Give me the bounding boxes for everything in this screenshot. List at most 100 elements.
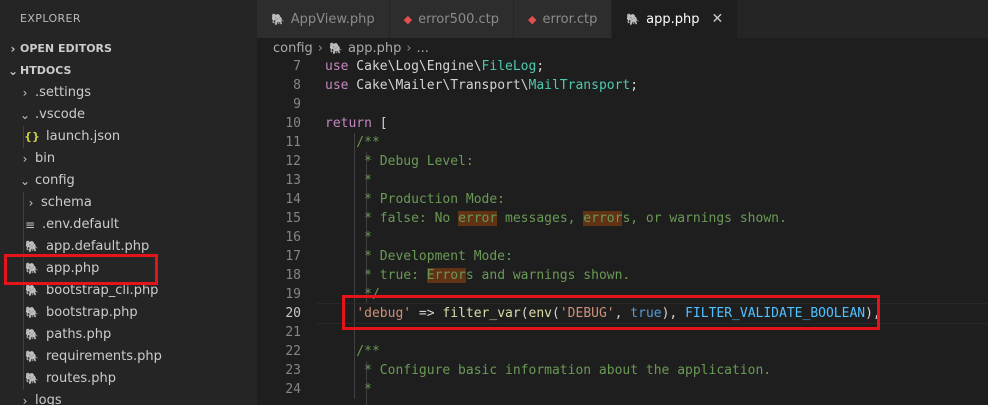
code-token: use bbox=[325, 59, 349, 74]
sidebar-item-label: logs bbox=[35, 393, 62, 405]
tab-label: error500.ctp bbox=[418, 11, 500, 27]
line-number: 17 bbox=[285, 249, 301, 264]
sidebar-item-settings[interactable]: › .settings bbox=[0, 82, 257, 104]
code-line: 19 */ bbox=[257, 285, 988, 304]
sidebar-item-vscode[interactable]: ⌄ .vscode bbox=[0, 104, 257, 126]
cake-icon: ◆ bbox=[528, 12, 537, 26]
code-token: Cake\Log\Engine\ bbox=[348, 59, 482, 74]
code-token: ( bbox=[552, 306, 560, 321]
code-text: * Debug Level: bbox=[325, 152, 474, 171]
sidebar-item-label: bootstrap_cli.php bbox=[46, 283, 159, 298]
code-token: true bbox=[630, 306, 662, 321]
sidebar-item-env-default[interactable]: ≡ .env.default bbox=[0, 214, 257, 236]
code-editor[interactable]: 7 use Cake\Log\Engine\FileLog; 8 use Cake\M… bbox=[257, 57, 988, 405]
sidebar-item-label: .vscode bbox=[35, 107, 85, 122]
php-icon: 🐘 bbox=[25, 328, 39, 341]
line-number: 14 bbox=[285, 192, 301, 207]
php-icon: 🐘 bbox=[271, 12, 285, 26]
line-number: 8 bbox=[293, 78, 301, 93]
htdocs-label: HTDOCS bbox=[20, 64, 72, 77]
line-number: 7 bbox=[293, 59, 301, 74]
indent-guide bbox=[23, 280, 24, 302]
sidebar-item-routes-php[interactable]: 🐘 routes.php bbox=[0, 368, 257, 390]
sidebar-item-app-default-php[interactable]: 🐘 app.default.php bbox=[0, 236, 257, 258]
indent-guide bbox=[23, 368, 24, 390]
tab-appview-php[interactable]: 🐘 AppView.php bbox=[257, 0, 390, 38]
tab-error500-ctp[interactable]: ◆ error500.ctp bbox=[389, 0, 515, 38]
sidebar-item-schema[interactable]: › schema bbox=[0, 192, 257, 214]
sidebar-item-label: .settings bbox=[35, 85, 91, 100]
php-icon: 🐘 bbox=[25, 240, 39, 253]
sidebar-item-label: requirements.php bbox=[46, 349, 162, 364]
code-token: /** bbox=[325, 135, 380, 150]
sidebar-item-paths-php[interactable]: 🐘 paths.php bbox=[0, 324, 257, 346]
sidebar-item-label: app.php bbox=[46, 261, 100, 276]
code-token: filter_var bbox=[442, 306, 521, 321]
code-token: ( bbox=[520, 306, 529, 321]
tab-app-php[interactable]: 🐘 app.php ✕ bbox=[612, 0, 739, 38]
code-text: * false: No error messages, errors, or w… bbox=[325, 209, 787, 228]
code-token: * true: bbox=[325, 268, 427, 283]
code-token: ), bbox=[661, 306, 686, 321]
sidebar-item-label: app.default.php bbox=[46, 239, 150, 254]
chevron-right-icon: › bbox=[10, 42, 16, 56]
php-icon: 🐘 bbox=[25, 350, 39, 363]
chevron-right-icon: › bbox=[22, 86, 28, 100]
open-editors-section[interactable]: › OPEN EDITORS bbox=[0, 38, 257, 60]
code-line: 22 /** bbox=[257, 342, 988, 361]
line-number: 15 bbox=[285, 211, 301, 226]
code-token: /** bbox=[325, 344, 380, 359]
explorer-title: EXPLORER bbox=[20, 12, 81, 25]
code-text: return [ bbox=[325, 114, 388, 133]
sidebar-item-label: paths.php bbox=[46, 327, 112, 342]
code-token: use bbox=[325, 78, 349, 93]
env-file-icon: ≡ bbox=[24, 218, 36, 232]
code-token: FILTER_VALIDATE_BOOLEAN bbox=[685, 306, 866, 321]
code-line: 20 'debug' => filter_var(env('DEBUG', tr… bbox=[257, 303, 988, 324]
code-token: s, or warnings shown. bbox=[622, 211, 787, 226]
sidebar-item-bootstrap-cli-php[interactable]: 🐘 bootstrap_cli.php bbox=[0, 280, 257, 302]
sidebar-item-launch-json[interactable]: {} launch.json bbox=[0, 126, 257, 148]
code-token: * bbox=[325, 382, 372, 397]
code-text: use Cake\Mailer\Transport\MailTransport; bbox=[325, 76, 638, 95]
chevron-right-icon: › bbox=[22, 152, 28, 166]
open-editors-label: OPEN EDITORS bbox=[20, 42, 112, 55]
code-text: * bbox=[325, 380, 372, 399]
indent-guide bbox=[23, 192, 24, 214]
code-token: env bbox=[528, 306, 553, 321]
htdocs-section[interactable]: ⌄ HTDOCS bbox=[0, 60, 257, 82]
sidebar-item-label: bin bbox=[35, 151, 56, 166]
line-number: 18 bbox=[285, 268, 301, 283]
code-token: Cake\Mailer\Transport\ bbox=[348, 78, 529, 93]
code-token: FileLog bbox=[481, 59, 537, 74]
sidebar-item-config[interactable]: ⌄ config bbox=[0, 170, 257, 192]
sidebar-item-logs[interactable]: › logs bbox=[0, 390, 257, 405]
sidebar-item-label: schema bbox=[41, 195, 92, 210]
indent-guide bbox=[23, 258, 24, 280]
code-text: * Configure basic information about the … bbox=[325, 361, 771, 380]
code-token: * Production Mode: bbox=[325, 192, 506, 207]
line-number: 10 bbox=[285, 116, 301, 131]
code-text: * bbox=[325, 228, 372, 247]
sidebar-item-bin[interactable]: › bin bbox=[0, 148, 257, 170]
code-token: * bbox=[325, 173, 372, 188]
chevron-down-icon: ⌄ bbox=[7, 64, 19, 78]
code-token: , bbox=[614, 306, 631, 321]
line-number: 23 bbox=[285, 363, 301, 378]
close-icon[interactable]: ✕ bbox=[711, 11, 723, 27]
chevron-down-icon: ⌄ bbox=[19, 108, 31, 122]
tab-error-ctp[interactable]: ◆ error.ctp bbox=[514, 0, 613, 38]
code-text: */ bbox=[325, 285, 380, 304]
chevron-right-icon: › bbox=[22, 394, 28, 405]
code-line: 8 use Cake\Mailer\Transport\MailTransport… bbox=[257, 76, 988, 95]
sidebar-item-requirements-php[interactable]: 🐘 requirements.php bbox=[0, 346, 257, 368]
sidebar-item-label: config bbox=[35, 173, 75, 188]
code-line: 13 * bbox=[257, 171, 988, 190]
sidebar-item-bootstrap-php[interactable]: 🐘 bootstrap.php bbox=[0, 302, 257, 324]
sidebar-item-app-php[interactable]: 🐘 app.php bbox=[0, 258, 257, 280]
code-text: * Development Mode: bbox=[325, 247, 513, 266]
editor-tabs: 🐘 AppView.php ◆ error500.ctp ◆ error.ctp 🐘 app.… bbox=[257, 0, 988, 38]
code-text: use Cake\Log\Engine\FileLog; bbox=[325, 57, 544, 76]
code-line: 18 * true: Errors and warnings shown. bbox=[257, 266, 988, 285]
